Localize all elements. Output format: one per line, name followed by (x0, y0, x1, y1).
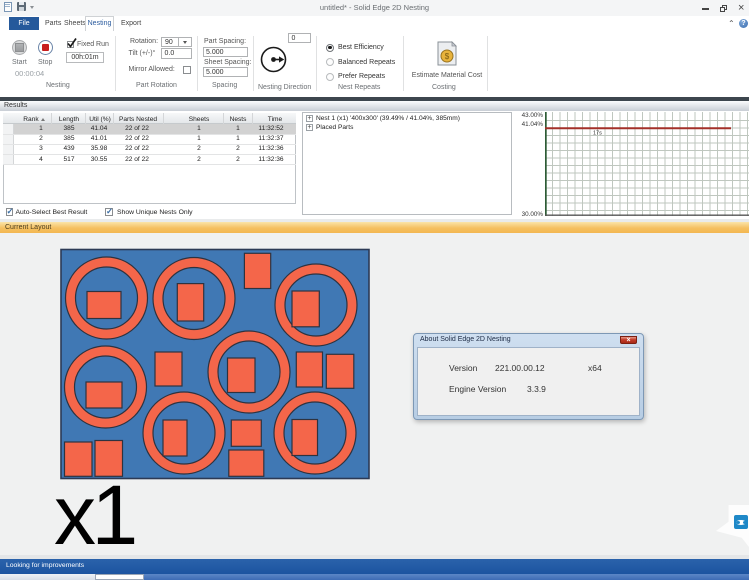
svg-text:$: $ (445, 52, 450, 61)
svg-text:17s: 17s (593, 131, 602, 137)
